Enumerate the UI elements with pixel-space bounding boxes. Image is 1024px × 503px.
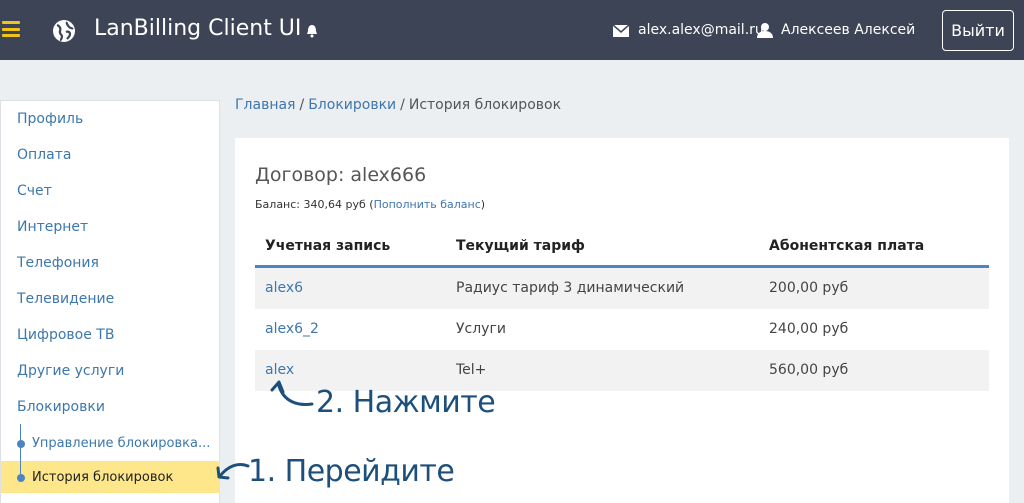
fee-cell: 560,00 руб [769, 362, 849, 378]
contract-card: Договор: alex666 Баланс: 340,64 руб (Поп… [235, 138, 1009, 503]
sidebar-item-internet[interactable]: Интернет [17, 219, 88, 235]
topup-balance-link[interactable]: Пополнить баланс [374, 198, 481, 211]
user-icon [757, 23, 773, 38]
annotation-step-1: 1. Перейдите [248, 454, 455, 489]
sidebar-item-television[interactable]: Телевидение [17, 291, 114, 307]
submenu-dot-icon [17, 440, 25, 448]
table-row: alex6_2 Услуги 240,00 руб [255, 309, 989, 350]
sidebar-item-payment[interactable]: Оплата [17, 147, 71, 163]
contract-title: Договор: alex666 [255, 164, 427, 186]
user-email[interactable]: alex.alex@mail.ru [638, 22, 764, 38]
app-title[interactable]: LanBilling Client UI [94, 16, 301, 41]
account-link[interactable]: alex6 [265, 280, 303, 296]
balance-line: Баланс: 340,64 руб (Пополнить баланс) [255, 198, 485, 211]
submenu-dot-icon [17, 474, 25, 482]
sidebar-item-invoice[interactable]: Счет [17, 183, 52, 199]
account-link[interactable]: alex [265, 362, 294, 378]
sidebar-item-telephony[interactable]: Телефония [17, 255, 99, 271]
breadcrumb-current: История блокировок [408, 97, 562, 113]
fee-cell: 240,00 руб [769, 321, 849, 337]
sidebar-subitem-block-history[interactable]: История блокировок [32, 470, 173, 485]
bell-icon[interactable] [305, 24, 319, 38]
globe-icon [53, 20, 75, 42]
breadcrumb: Главная / Блокировки / История блокировок [235, 97, 561, 113]
breadcrumb-home-link[interactable]: Главная [235, 97, 295, 113]
annotation-step-2: 2. Нажмите [316, 385, 496, 420]
sidebar-item-blocks[interactable]: Блокировки [17, 399, 105, 415]
annotation-arrow-icon [270, 380, 314, 406]
breadcrumb-separator: / [299, 97, 305, 113]
annotation-arrow-icon [216, 462, 250, 480]
balance-close: ) [480, 198, 486, 211]
column-header-tariff: Текущий тариф [456, 238, 585, 254]
sidebar-item-other-services[interactable]: Другие услуги [17, 363, 124, 379]
column-header-account: Учетная запись [265, 238, 391, 254]
sidebar-item-digital-tv[interactable]: Цифровое ТВ [17, 327, 114, 343]
tariff-cell: Услуги [456, 321, 506, 337]
user-name[interactable]: Алексеев Алексей [781, 22, 915, 38]
mail-icon [613, 25, 629, 37]
hamburger-menu-icon[interactable] [2, 21, 20, 37]
breadcrumb-separator: / [400, 97, 405, 113]
top-navbar: LanBilling Client UI alex.alex@mail.ru А… [0, 0, 1024, 60]
fee-cell: 200,00 руб [769, 280, 849, 296]
account-link[interactable]: alex6_2 [265, 321, 319, 337]
sidebar-menu: Профиль Оплата Счет Интернет Телефония Т… [0, 100, 220, 503]
accounts-table: Учетная запись Текущий тариф Абонентская… [255, 230, 989, 391]
table-header: Учетная запись Текущий тариф Абонентская… [255, 230, 989, 268]
tariff-cell: Радиус тариф 3 динамический [456, 280, 685, 296]
sidebar-subitem-manage-blocks[interactable]: Управление блокировка... [32, 436, 210, 451]
breadcrumb-blocks-link[interactable]: Блокировки [308, 97, 396, 113]
sidebar-item-profile[interactable]: Профиль [17, 111, 83, 127]
balance-text: Баланс: 340,64 руб ( [255, 198, 374, 211]
logout-button[interactable]: Выйти [942, 10, 1014, 51]
column-header-fee: Абонентская плата [769, 238, 925, 254]
tariff-cell: Tel+ [456, 362, 487, 378]
table-row: alex6 Радиус тариф 3 динамический 200,00… [255, 268, 989, 309]
